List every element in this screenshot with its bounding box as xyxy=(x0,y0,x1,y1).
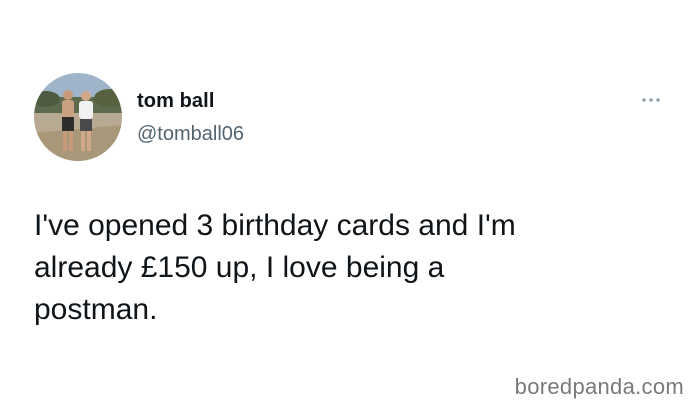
tweet-card: tom ball @tomball06 I've opened 3 birthd… xyxy=(0,0,700,412)
author-name[interactable]: tom ball xyxy=(137,90,214,113)
profile-avatar[interactable] xyxy=(34,73,122,161)
more-options-icon[interactable] xyxy=(640,92,662,102)
tweet-text: I've opened 3 birthday cards and I'm alr… xyxy=(34,209,516,326)
avatar-photo xyxy=(34,73,122,161)
watermark-text: boredpanda.com xyxy=(514,374,684,399)
author-handle[interactable]: @tomball06 xyxy=(137,123,244,146)
